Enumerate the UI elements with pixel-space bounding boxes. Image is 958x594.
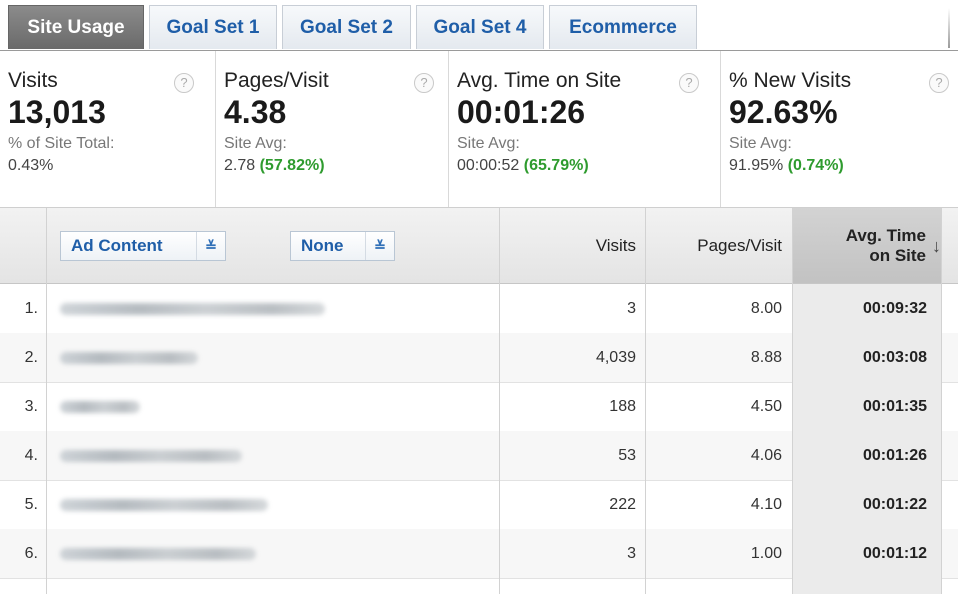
secondary-dimension-select[interactable]: None ≚ bbox=[290, 231, 395, 261]
visits-value: 53 bbox=[618, 446, 636, 464]
metric-delta: (65.79%) bbox=[523, 157, 589, 174]
metric-value: 13,013 bbox=[8, 94, 106, 130]
table-row[interactable]: 2. 4,039 8.88 00:03:08 bbox=[0, 333, 958, 383]
column-header-line: on Site bbox=[869, 245, 926, 265]
ad-content-value-redacted[interactable] bbox=[60, 382, 360, 431]
row-index: 5. bbox=[24, 495, 38, 513]
table-row[interactable]: 1. 3 8.00 00:09:32 bbox=[0, 284, 958, 334]
metric-sub-value: 2.78 bbox=[224, 157, 256, 174]
help-icon[interactable]: ? bbox=[414, 73, 434, 93]
column-divider bbox=[941, 208, 942, 594]
primary-dimension-select[interactable]: Ad Content ≚ bbox=[60, 231, 226, 261]
ad-content-value-redacted[interactable] bbox=[60, 480, 360, 529]
avg-time-cell-partial bbox=[793, 578, 941, 594]
metric-sub-label: % of Site Total: bbox=[8, 135, 115, 152]
row-index: 6. bbox=[24, 544, 38, 562]
data-table: Ad Content ≚ None ≚ Visits Pages/Visit A… bbox=[0, 208, 958, 594]
row-index: 1. bbox=[24, 299, 38, 317]
avg-time-value: 00:01:22 bbox=[793, 480, 941, 529]
metric-sub-label: Site Avg: bbox=[224, 135, 287, 152]
report-tab-bar: Site Usage Goal Set 1 Goal Set 2 Goal Se… bbox=[0, 0, 958, 51]
column-divider bbox=[46, 208, 47, 594]
metric-sub-line: 00:00:52 (65.79%) bbox=[457, 155, 720, 177]
visits-value: 3 bbox=[627, 299, 636, 317]
primary-dimension-label: Ad Content bbox=[71, 236, 163, 255]
metric-avg-time: Avg. Time on Site 00:01:26 Site Avg: 00:… bbox=[448, 51, 720, 207]
metric-delta: (57.82%) bbox=[259, 157, 325, 174]
metric-sub-value: 91.95% bbox=[729, 157, 784, 174]
help-icon[interactable]: ? bbox=[174, 73, 194, 93]
row-index: 3. bbox=[24, 397, 38, 415]
metric-value: 00:01:26 bbox=[457, 94, 586, 130]
avg-time-value: 00:01:12 bbox=[793, 529, 941, 578]
metric-sub-line: 91.95% (0.74%) bbox=[729, 155, 958, 177]
column-divider bbox=[645, 208, 646, 594]
table-row[interactable]: 5. 222 4.10 00:01:22 bbox=[0, 480, 958, 530]
table-row[interactable]: 4. 53 4.06 00:01:26 bbox=[0, 431, 958, 481]
tabbar-edge bbox=[948, 8, 950, 48]
avg-time-value: 00:03:08 bbox=[793, 333, 941, 382]
metric-delta: (0.74%) bbox=[787, 157, 844, 174]
visits-value: 222 bbox=[609, 495, 636, 513]
table-row[interactable]: 6. 3 1.00 00:01:12 bbox=[0, 529, 958, 579]
metric-value: 92.63% bbox=[729, 94, 838, 130]
tab-goal-set-2[interactable]: Goal Set 2 bbox=[282, 5, 411, 49]
pages-visit-value: 4.10 bbox=[750, 495, 782, 513]
tab-goal-set-4[interactable]: Goal Set 4 bbox=[416, 5, 544, 49]
tab-site-usage[interactable]: Site Usage bbox=[8, 5, 144, 49]
tab-ecommerce[interactable]: Ecommerce bbox=[549, 5, 697, 49]
tab-goal-set-1[interactable]: Goal Set 1 bbox=[149, 5, 277, 49]
column-header-visits[interactable]: Visits bbox=[500, 208, 636, 283]
metric-title: % New Visits bbox=[729, 69, 852, 92]
metric-sub-label: Site Avg: bbox=[729, 135, 792, 152]
metric-value: 4.38 bbox=[224, 94, 287, 130]
row-index: 4. bbox=[24, 446, 38, 464]
avg-time-value: 00:01:35 bbox=[793, 382, 941, 431]
pages-visit-value: 1.00 bbox=[750, 544, 782, 562]
avg-time-value: 00:01:26 bbox=[793, 431, 941, 480]
metrics-summary: Visits 13,013 % of Site Total: 0.43% ? P… bbox=[0, 51, 958, 208]
ad-content-value-redacted[interactable] bbox=[60, 529, 360, 578]
sort-descending-icon: ↓ bbox=[932, 235, 941, 256]
metric-visits: Visits 13,013 % of Site Total: 0.43% ? bbox=[0, 51, 215, 207]
metric-sub-label: Site Avg: bbox=[457, 135, 520, 152]
visits-value: 3 bbox=[627, 544, 636, 562]
visits-value: 188 bbox=[609, 397, 636, 415]
metric-pages-visit: Pages/Visit 4.38 Site Avg: 2.78 (57.82%)… bbox=[215, 51, 448, 207]
help-icon[interactable]: ? bbox=[929, 73, 949, 93]
table-row-partial bbox=[0, 578, 958, 594]
metric-sub-value: 00:00:52 bbox=[457, 157, 520, 174]
pages-visit-value: 8.00 bbox=[750, 299, 782, 317]
secondary-dimension-label: None bbox=[301, 236, 344, 255]
column-divider bbox=[499, 208, 500, 594]
row-index: 2. bbox=[24, 348, 38, 366]
visits-value: 4,039 bbox=[595, 348, 636, 366]
chevron-down-icon: ≚ bbox=[196, 232, 225, 260]
metric-sub-line: 2.78 (57.82%) bbox=[224, 155, 448, 177]
column-divider bbox=[792, 208, 793, 594]
column-header-pages-visit[interactable]: Pages/Visit bbox=[646, 208, 782, 283]
ad-content-value-redacted[interactable] bbox=[60, 284, 360, 333]
pages-visit-value: 8.88 bbox=[750, 348, 782, 366]
metric-sub-value: 0.43% bbox=[8, 157, 54, 174]
column-header-avg-time[interactable]: Avg. Time on Site ↓ bbox=[793, 208, 941, 283]
pages-visit-value: 4.50 bbox=[750, 397, 782, 415]
pages-visit-value: 4.06 bbox=[750, 446, 782, 464]
column-header-line: Avg. Time bbox=[845, 225, 926, 245]
table-row[interactable]: 3. 188 4.50 00:01:35 bbox=[0, 382, 958, 432]
help-icon[interactable]: ? bbox=[679, 73, 699, 93]
chevron-down-icon: ≚ bbox=[365, 232, 394, 260]
table-header: Ad Content ≚ None ≚ Visits Pages/Visit A… bbox=[0, 208, 958, 284]
avg-time-value: 00:09:32 bbox=[793, 284, 941, 333]
ad-content-value-redacted[interactable] bbox=[60, 431, 360, 480]
metric-new-visits: % New Visits 92.63% Site Avg: 91.95% (0.… bbox=[720, 51, 958, 207]
ad-content-value-redacted[interactable] bbox=[60, 333, 360, 382]
